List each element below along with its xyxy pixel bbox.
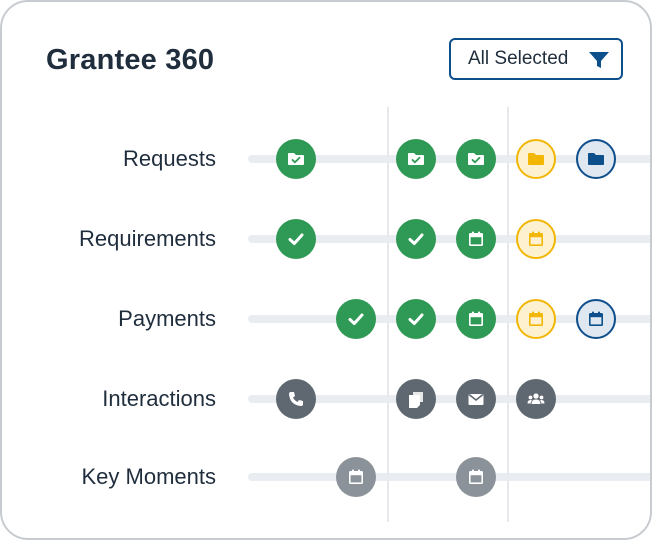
phone-icon <box>286 389 306 409</box>
timeline-item[interactable] <box>516 139 556 179</box>
row-label-requirements: Requirements <box>79 226 216 251</box>
check-icon <box>286 229 306 249</box>
check-icon <box>346 309 366 329</box>
people-icon <box>526 389 546 409</box>
check-icon <box>406 229 426 249</box>
folder-check-icon <box>286 149 306 169</box>
timeline-item[interactable] <box>276 139 316 179</box>
timeline-item[interactable] <box>396 379 436 419</box>
timeline-item[interactable] <box>456 139 496 179</box>
funnel-icon <box>589 52 609 68</box>
timeline-item[interactable] <box>396 299 436 339</box>
calendar-icon <box>466 467 486 487</box>
filter-dropdown-button[interactable]: All Selected <box>449 38 623 80</box>
timeline-item[interactable] <box>396 219 436 259</box>
calendar-icon <box>346 467 366 487</box>
timeline-item[interactable] <box>576 299 616 339</box>
calendar-icon <box>526 309 546 329</box>
filter-label: All Selected <box>468 48 569 69</box>
row-label-interactions: Interactions <box>102 386 216 411</box>
folder-check-icon <box>466 149 486 169</box>
timeline-item[interactable] <box>516 299 556 339</box>
timeline-item[interactable] <box>276 219 316 259</box>
timeline-item[interactable] <box>456 219 496 259</box>
timeline-item[interactable] <box>276 379 316 419</box>
row-label-requests: Requests <box>123 146 216 171</box>
check-icon <box>406 309 426 329</box>
row-label-key-moments: Key Moments <box>81 464 217 489</box>
notes-icon <box>406 389 426 409</box>
calendar-icon <box>526 229 546 249</box>
calendar-icon <box>586 309 606 329</box>
timeline-item[interactable] <box>336 299 376 339</box>
timeline-item[interactable] <box>576 139 616 179</box>
envelope-icon <box>466 389 486 409</box>
folder-check-icon <box>406 149 426 169</box>
timeline-item[interactable] <box>516 379 556 419</box>
grantee-360-card: Grantee 360 All Selected Requests Require… <box>0 0 652 540</box>
row-label-payments: Payments <box>118 306 216 331</box>
folder-icon <box>586 149 606 169</box>
timeline-item[interactable] <box>456 299 496 339</box>
timeline-item[interactable] <box>396 139 436 179</box>
page-title: Grantee 360 <box>46 44 215 76</box>
timeline-item[interactable] <box>456 379 496 419</box>
timeline-item[interactable] <box>336 457 376 497</box>
timeline-item[interactable] <box>456 457 496 497</box>
row-track <box>248 473 650 481</box>
calendar-icon <box>466 229 486 249</box>
timeline-item[interactable] <box>516 219 556 259</box>
calendar-icon <box>466 309 486 329</box>
folder-icon <box>526 149 546 169</box>
